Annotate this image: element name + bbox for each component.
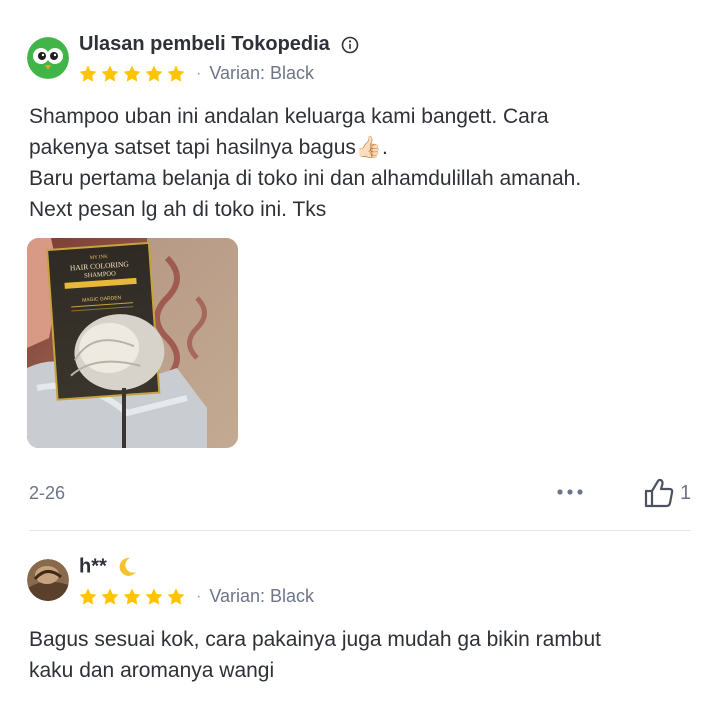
star-rating [78, 587, 186, 607]
reviewer-avatar[interactable] [27, 37, 69, 79]
tokopedia-owl-logo [27, 37, 69, 79]
star-icon [167, 65, 185, 82]
variant-label: Varian: Black [209, 63, 315, 83]
reviewer-avatar[interactable] [27, 559, 69, 601]
review-photo-image: MY INK HAIR COLORING SHAMPOO MAGIC GARDE… [27, 238, 238, 448]
star-icon [101, 588, 119, 605]
review-text-line: kaku dan aromanya wangi [29, 659, 275, 682]
review-text: Bagus sesuai kok, cara pakainya juga mud… [29, 624, 601, 686]
variant-label: Varian: Black [209, 586, 315, 606]
review-text-line: Bagus sesuai kok, cara pakainya juga mud… [29, 628, 602, 651]
star-icon [79, 65, 97, 82]
star-icon [123, 65, 141, 82]
review-text: Shampoo uban ini andalan keluarga kami b… [29, 101, 581, 225]
more-options-icon [557, 489, 583, 495]
rating-row: · Varian: Black [78, 63, 314, 84]
review-text-line: Shampoo uban ini andalan keluarga kami b… [29, 105, 549, 128]
crescent-moon-icon [119, 557, 137, 576]
star-rating [78, 64, 186, 84]
reviewer-name: h** [79, 555, 139, 579]
review-date: 2-26 [29, 483, 66, 503]
star-icon [145, 588, 163, 605]
star-icon [167, 588, 185, 605]
star-icon [101, 65, 119, 82]
star-icon [145, 65, 163, 82]
reviewer-name: Ulasan pembeli Tokopedia [79, 33, 359, 56]
thumbs-up-icon [644, 478, 674, 508]
info-icon[interactable] [341, 36, 359, 54]
separator-dot: · [196, 587, 202, 605]
separator-dot: · [196, 64, 202, 82]
review-text-line: pakenya satset tapi hasilnya bagus👍🏻. [29, 136, 388, 159]
like-count: 1 [680, 481, 692, 504]
review-text-line: Next pesan lg ah di toko ini. Tks [29, 198, 327, 221]
rating-row: · Varian: Black [78, 586, 314, 607]
star-icon [123, 588, 141, 605]
review-card: Ulasan pembeli Tokopedia · Varian: Black… [0, 0, 720, 530]
more-options-button[interactable] [555, 482, 585, 502]
review-text-line: Baru pertama belanja di toko ini dan alh… [29, 167, 582, 190]
helpful-like-button[interactable]: 1 [642, 476, 691, 510]
star-icon [79, 588, 97, 605]
reviewer-photo [27, 559, 69, 601]
review-card: h** · Varian: Black Bagus sesuai kok, ca… [0, 531, 720, 720]
review-photo[interactable]: MY INK HAIR COLORING SHAMPOO MAGIC GARDE… [27, 238, 238, 448]
